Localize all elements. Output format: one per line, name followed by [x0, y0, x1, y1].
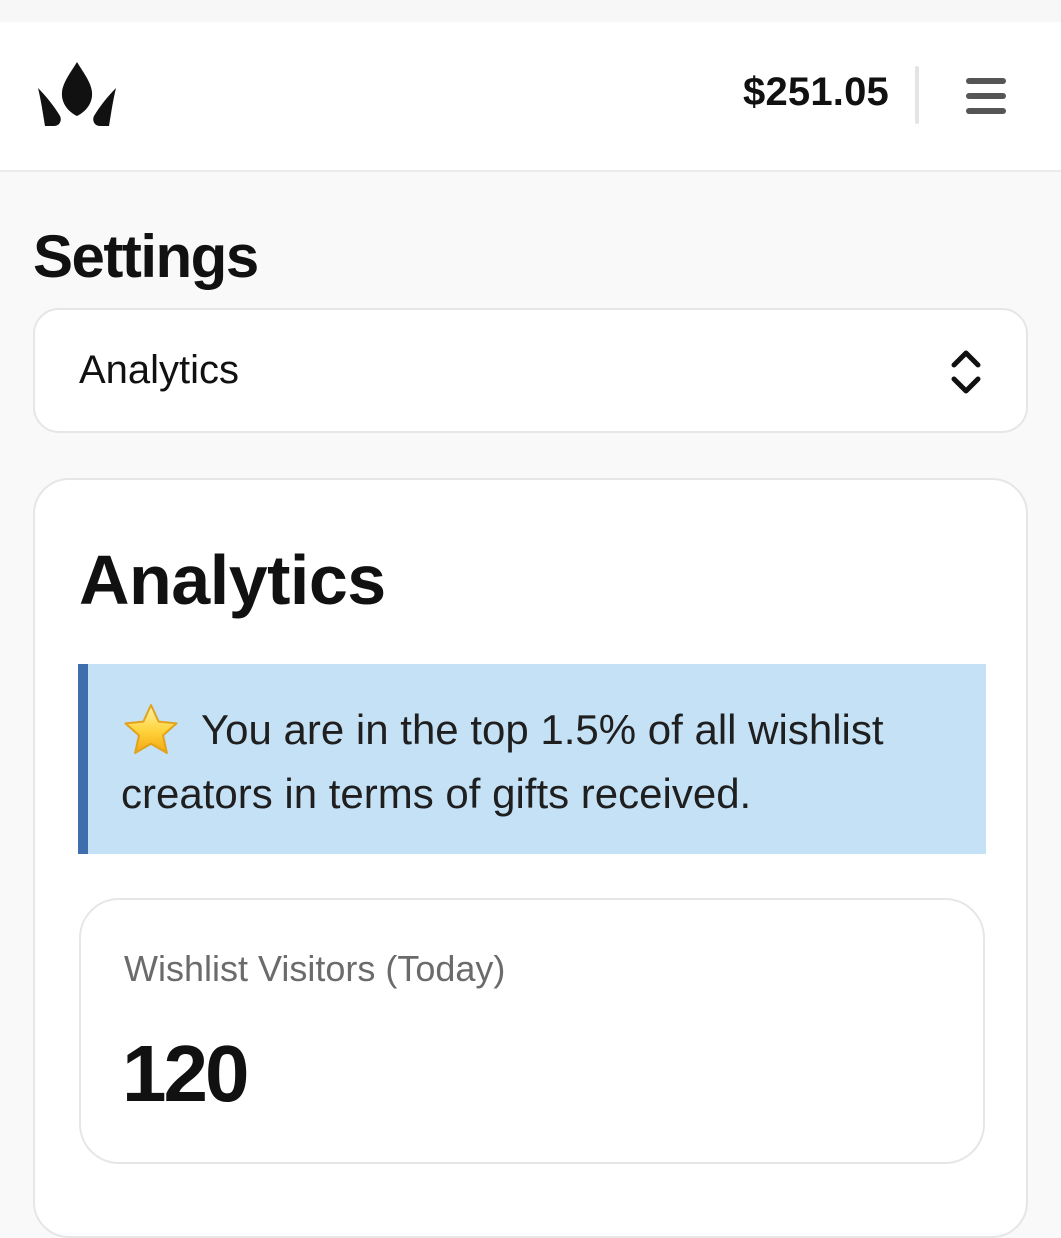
settings-section-select[interactable]: Analytics	[33, 308, 1028, 433]
hamburger-menu-icon[interactable]	[960, 74, 1012, 118]
stat-label: Wishlist Visitors (Today)	[124, 948, 506, 989]
ranking-banner: You are in the top 1.5% of all wishlist …	[78, 664, 986, 854]
page-title: Settings	[33, 223, 259, 290]
crown-logo-icon[interactable]	[36, 60, 118, 128]
select-value: Analytics	[79, 348, 240, 392]
ranking-message: You are in the top 1.5% of all wishlist …	[121, 706, 884, 817]
top-navbar: $251.05	[0, 22, 1061, 172]
visitors-stat-card: Wishlist Visitors (Today) 120	[79, 898, 985, 1164]
stat-value: 120	[122, 1029, 249, 1118]
analytics-card: Analytics You are in the top 1.5% of all…	[33, 478, 1028, 1238]
wallet-balance[interactable]: $251.05	[743, 70, 889, 115]
status-bar-strip	[0, 0, 1061, 22]
navbar-divider	[915, 66, 919, 124]
chevron-up-down-icon	[947, 348, 985, 396]
analytics-title: Analytics	[79, 541, 386, 619]
